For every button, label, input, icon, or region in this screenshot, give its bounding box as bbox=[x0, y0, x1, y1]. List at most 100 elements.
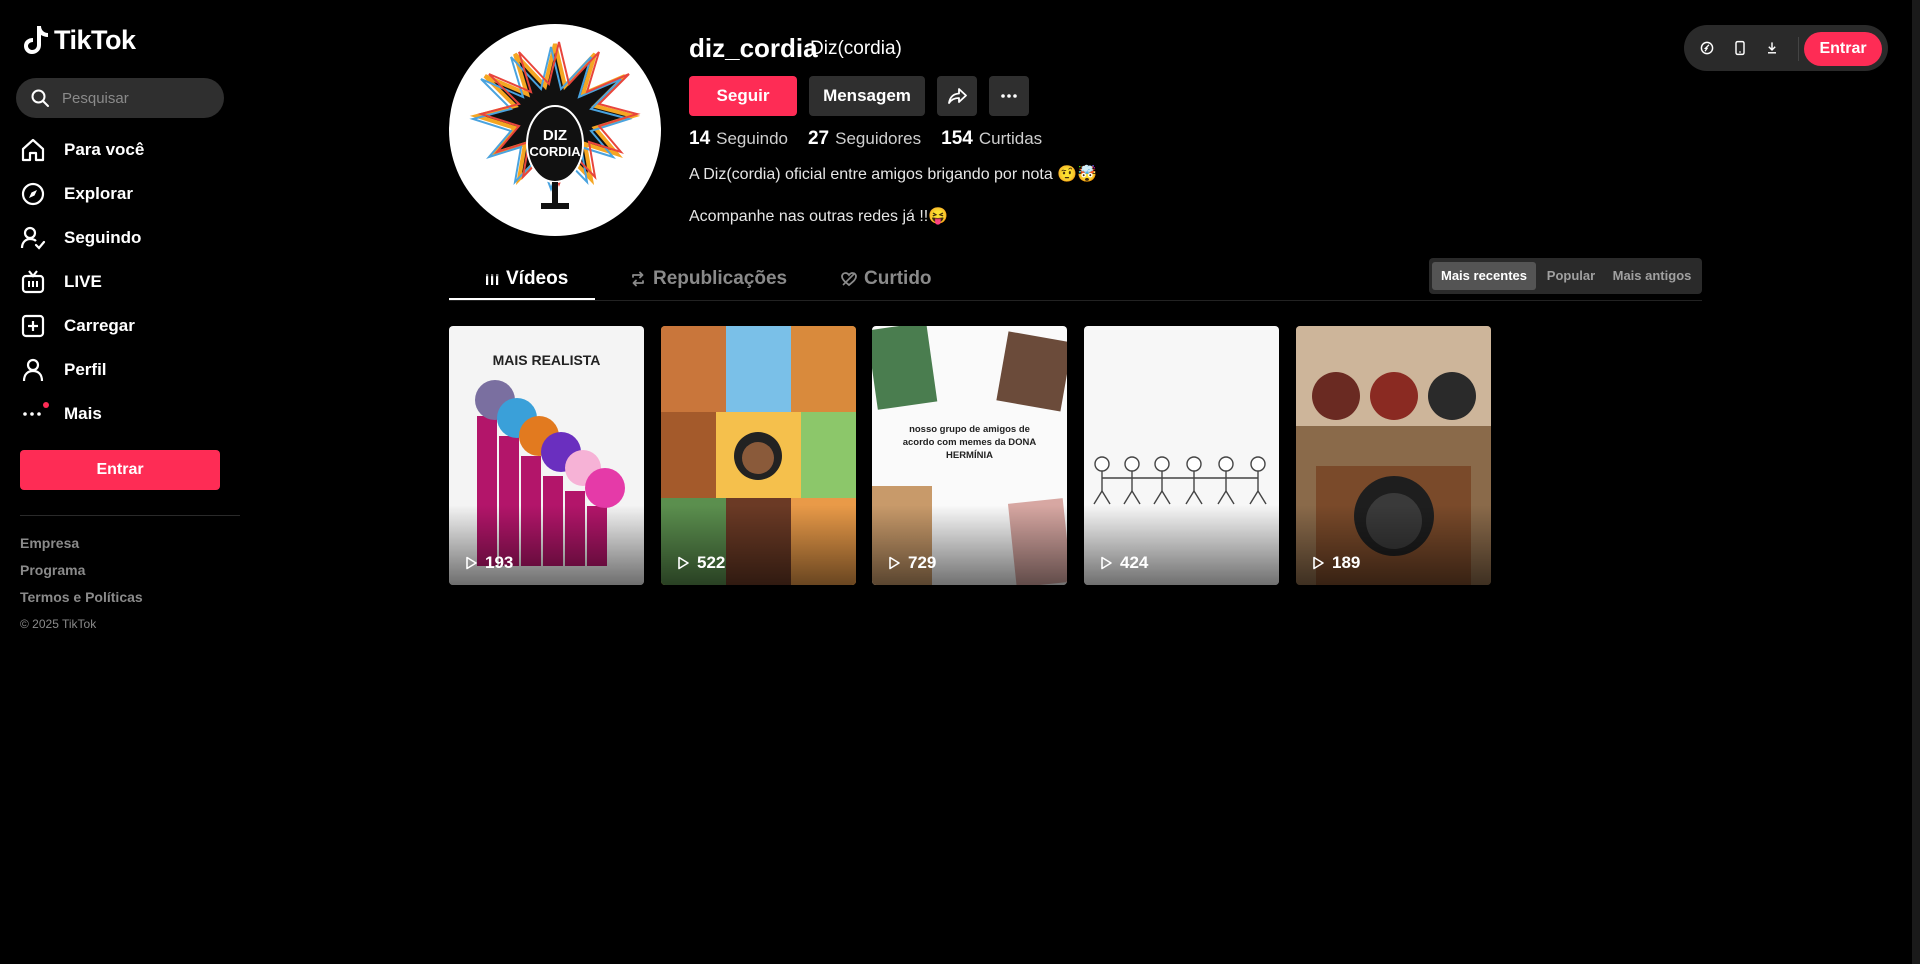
page-scrollbar[interactable] bbox=[1912, 0, 1920, 964]
tab-label: Vídeos bbox=[506, 268, 569, 289]
profile-bio-line1: A Diz(cordia) oficial entre amigos briga… bbox=[689, 166, 1098, 183]
upload-icon bbox=[20, 312, 52, 340]
grid-icon bbox=[486, 274, 499, 285]
thumbnail-gradient bbox=[449, 505, 644, 585]
nav-label: Explorar bbox=[64, 184, 133, 203]
stat-followers[interactable]: 27 Seguidores bbox=[808, 128, 921, 150]
brand-name: TikTok bbox=[54, 24, 136, 55]
search-icon bbox=[31, 89, 49, 107]
play-icon bbox=[1101, 556, 1112, 570]
thumbnail-gradient bbox=[661, 505, 856, 585]
heart-hidden-icon bbox=[841, 272, 857, 287]
sidebar: TikTok Para você Explorar Seguindo bbox=[0, 0, 240, 964]
topbar-divider bbox=[1798, 37, 1799, 61]
tiktok-note-icon bbox=[24, 26, 48, 54]
sort-mais-antigos[interactable]: Mais antigos bbox=[1605, 262, 1699, 290]
view-count: 424 bbox=[1098, 553, 1148, 573]
thumbnail-gradient bbox=[1296, 505, 1491, 585]
nav-label: LIVE bbox=[64, 272, 102, 291]
compass-icon bbox=[20, 180, 52, 208]
sidebar-footer: Empresa Programa Termos e Políticas © 20… bbox=[20, 530, 143, 631]
profile-bio-line2: Acompanhe nas outras redes já !!😝 bbox=[689, 208, 949, 225]
notification-dot bbox=[43, 402, 49, 408]
more-icon bbox=[20, 400, 52, 428]
nav-item-para-voce[interactable]: Para você bbox=[20, 128, 144, 172]
video-card[interactable]: MAIS REALISTA 193 bbox=[449, 326, 644, 585]
view-count: 189 bbox=[1310, 553, 1360, 573]
nav-item-live[interactable]: LIVE bbox=[20, 260, 144, 304]
play-icon bbox=[889, 556, 900, 570]
profile-username: diz_cordia bbox=[689, 33, 818, 63]
tab-label: Republicações bbox=[653, 268, 788, 289]
tab-curtido[interactable]: Curtido bbox=[840, 268, 932, 290]
phone-icon[interactable] bbox=[1730, 38, 1750, 58]
top-login-button[interactable]: Entrar bbox=[1804, 32, 1882, 66]
home-icon bbox=[20, 136, 52, 164]
active-tab-indicator bbox=[449, 298, 595, 300]
play-icon bbox=[678, 556, 689, 570]
footer-link-empresa[interactable]: Empresa bbox=[20, 530, 143, 557]
nav-item-mais[interactable]: Mais bbox=[20, 392, 144, 436]
tab-label: Curtido bbox=[864, 268, 932, 289]
video-card[interactable]: nosso grupo de amigos de acordo com meme… bbox=[872, 326, 1067, 585]
repost-icon bbox=[632, 271, 644, 287]
search-input[interactable] bbox=[60, 88, 214, 108]
play-icon bbox=[1313, 556, 1324, 570]
nav-label: Perfil bbox=[64, 360, 107, 379]
profile-icon bbox=[20, 356, 52, 384]
footer-link-programa[interactable]: Programa bbox=[20, 557, 143, 584]
top-actions: Entrar bbox=[1684, 25, 1888, 71]
share-icon bbox=[948, 88, 967, 104]
view-count: 729 bbox=[886, 553, 936, 573]
nav-label: Para você bbox=[64, 140, 145, 159]
footer-link-termos[interactable]: Termos e Políticas bbox=[20, 584, 143, 611]
sidebar-login-button[interactable]: Entrar bbox=[20, 450, 220, 490]
play-icon bbox=[466, 556, 477, 570]
tab-republicacoes[interactable]: Republicações bbox=[629, 268, 787, 290]
video-caption: nosso grupo de amigos de acordo com meme… bbox=[902, 424, 1037, 461]
nav-item-seguindo[interactable]: Seguindo bbox=[20, 216, 144, 260]
tiktok-logo[interactable]: TikTok bbox=[22, 24, 136, 56]
nav-item-carregar[interactable]: Carregar bbox=[20, 304, 144, 348]
ellipsis-icon bbox=[1001, 94, 1017, 98]
view-count-text: 189 bbox=[1332, 553, 1361, 572]
live-icon bbox=[20, 268, 52, 296]
search-box[interactable] bbox=[16, 78, 224, 118]
nav-item-explorar[interactable]: Explorar bbox=[20, 172, 144, 216]
following-icon bbox=[20, 224, 52, 252]
svg-text:CORDIA: CORDIA bbox=[529, 144, 581, 159]
profile-avatar[interactable]: DIZ CORDIA bbox=[449, 24, 661, 236]
view-count-text: 729 bbox=[908, 553, 937, 572]
profile-nickname: Diz(cordia) bbox=[810, 38, 902, 59]
message-button[interactable]: Mensagem bbox=[809, 76, 925, 116]
video-card[interactable]: 189 bbox=[1296, 326, 1491, 585]
main-nav: Para você Explorar Seguindo LIVE Carrega… bbox=[20, 128, 144, 436]
coins-icon[interactable] bbox=[1697, 38, 1717, 58]
nav-label: Mais bbox=[64, 404, 102, 423]
nav-label: Seguindo bbox=[64, 228, 142, 247]
thumbnail-gradient bbox=[872, 505, 1067, 585]
copyright: © 2025 TikTok bbox=[20, 617, 97, 631]
svg-text:DIZ: DIZ bbox=[543, 127, 567, 144]
nav-label: Carregar bbox=[64, 316, 135, 335]
view-count-text: 424 bbox=[1120, 553, 1149, 572]
profile-stats: 14 Seguindo 27 Seguidores 154 Curtidas bbox=[689, 128, 1042, 150]
share-button[interactable] bbox=[937, 76, 977, 116]
sort-toggle: Mais recentes Popular Mais antigos bbox=[1429, 258, 1702, 294]
sort-mais-recentes[interactable]: Mais recentes bbox=[1432, 262, 1536, 290]
follow-button[interactable]: Seguir bbox=[689, 76, 797, 116]
video-card[interactable]: 424 bbox=[1084, 326, 1279, 585]
thumbnail-gradient bbox=[1084, 505, 1279, 585]
view-count-text: 193 bbox=[485, 553, 514, 572]
view-count-text: 522 bbox=[697, 553, 726, 572]
nav-item-perfil[interactable]: Perfil bbox=[20, 348, 144, 392]
video-caption: MAIS REALISTA bbox=[492, 352, 601, 368]
stat-likes: 154 Curtidas bbox=[941, 128, 1043, 149]
more-options-button[interactable] bbox=[989, 76, 1029, 116]
sort-popular[interactable]: Popular bbox=[1539, 262, 1603, 290]
stat-following[interactable]: 14 Seguindo bbox=[689, 128, 788, 150]
tab-videos[interactable]: Vídeos bbox=[484, 268, 568, 290]
video-card[interactable]: 522 bbox=[661, 326, 856, 585]
sidebar-divider bbox=[20, 515, 240, 516]
download-icon[interactable] bbox=[1762, 38, 1782, 58]
